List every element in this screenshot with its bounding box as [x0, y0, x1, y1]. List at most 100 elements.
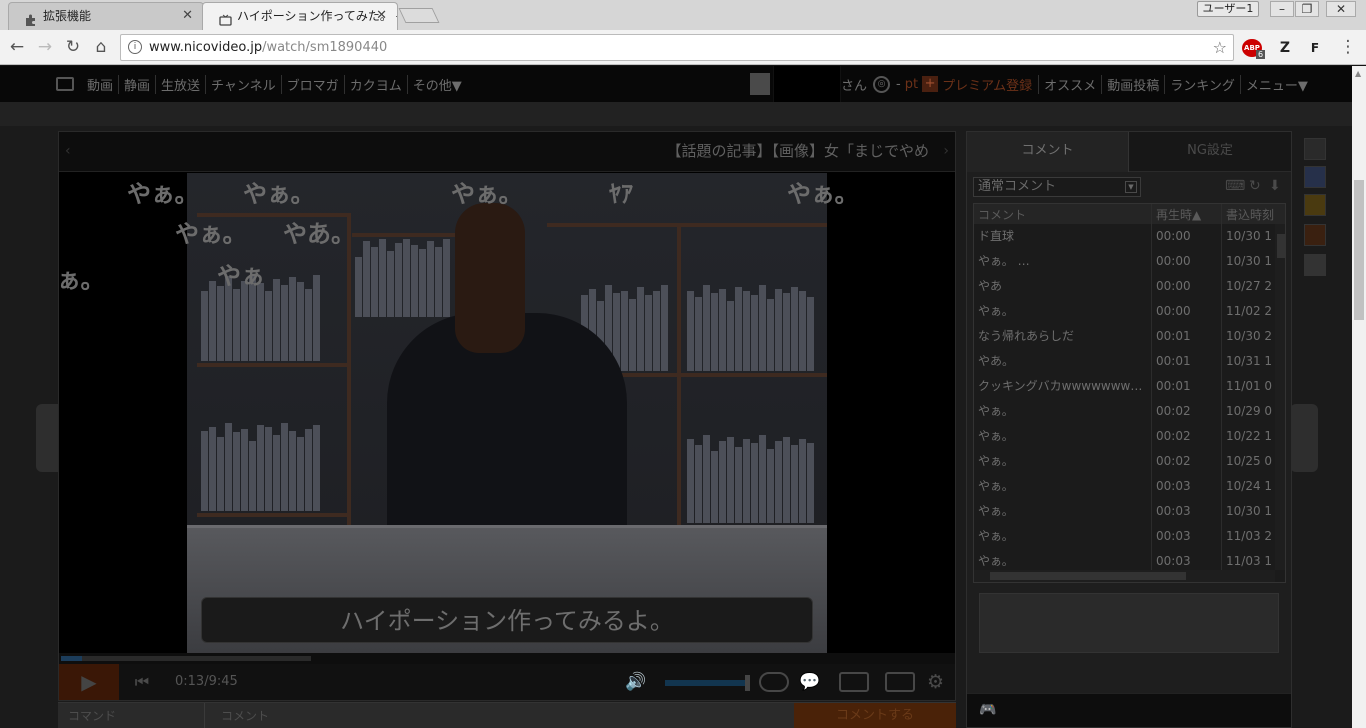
info-icon[interactable]: i — [128, 40, 142, 54]
screen-size-icon[interactable] — [839, 672, 869, 692]
comment-text: やぁ。 — [978, 454, 1014, 468]
loop-icon[interactable] — [759, 672, 789, 692]
comment-text: やぁ。 — [978, 404, 1014, 418]
comment-row[interactable]: やぁ。 00:02 10/29 0 — [974, 399, 1274, 424]
comment-row[interactable]: やぁ。 00:02 10/25 0 — [974, 449, 1274, 474]
minimize-icon[interactable]: – — [1270, 1, 1294, 17]
niconico-logo-icon[interactable] — [56, 77, 74, 91]
nav-seiga[interactable]: 静画 — [118, 74, 155, 94]
comment-date: 10/25 0 — [1226, 454, 1273, 468]
close-icon[interactable]: ✕ — [376, 3, 387, 29]
nav-video[interactable]: 動画 — [82, 75, 118, 94]
close-icon[interactable]: ✕ — [182, 3, 193, 29]
comment-row[interactable]: やぁ。 00:00 11/02 2 — [974, 299, 1274, 324]
close-window-icon[interactable]: ✕ — [1326, 1, 1356, 17]
comment-row[interactable]: クッキングバカwwwwwww… 00:01 11/01 0 — [974, 374, 1274, 399]
side-thumb[interactable] — [1304, 254, 1326, 276]
side-thumb[interactable] — [1304, 138, 1326, 160]
comment-row[interactable]: やぁ。 00:03 10/24 1 — [974, 474, 1274, 499]
home-icon[interactable]: ⌂ — [90, 36, 112, 58]
side-thumb[interactable] — [1304, 224, 1326, 246]
comment-row[interactable]: やぁ。 00:03 11/03 2 — [974, 524, 1274, 549]
nav-ranking[interactable]: ランキング — [1164, 74, 1240, 94]
comment-row[interactable]: やぁ。 00:03 10/30 1 — [974, 499, 1274, 524]
site-nav-right: さん ◎ - pt + プレミアム登録 オススメ 動画投稿 ランキング メニュー… — [750, 66, 1313, 103]
chevron-right-icon[interactable]: › — [943, 143, 949, 159]
f-extension-icon[interactable]: F — [1306, 39, 1324, 57]
bookmark-star-icon[interactable]: ☆ — [1213, 35, 1227, 60]
nav-upload[interactable]: 動画投稿 — [1101, 74, 1164, 94]
gamepad-icon[interactable]: 🎮 — [979, 702, 996, 718]
nav-channel[interactable]: チャンネル — [205, 74, 281, 94]
download-icon[interactable]: ⬇ — [1269, 178, 1281, 194]
nav-live[interactable]: 生放送 — [155, 74, 205, 94]
comment-text: やあ。 — [978, 354, 1015, 368]
back-icon[interactable]: ← — [6, 36, 28, 58]
comment-date: 10/24 1 — [1226, 479, 1273, 493]
forward-icon[interactable]: → — [34, 36, 56, 58]
user-san: さん — [841, 78, 868, 94]
seek-bar[interactable] — [59, 653, 955, 664]
address-bar[interactable]: i www.nicovideo.jp/watch/sm1890440 ☆ — [120, 34, 1234, 61]
restore-icon[interactable]: ❐ — [1295, 1, 1319, 17]
skip-back-icon[interactable]: ⏮ — [127, 664, 157, 700]
volume-slider[interactable] — [665, 680, 747, 686]
reload-icon[interactable]: ↻ — [62, 36, 84, 58]
refresh-icon[interactable]: ↻ — [1249, 178, 1261, 194]
danmaku-comment: ﾔｱ — [609, 180, 633, 208]
keyboard-icon[interactable]: ⌨ — [1225, 178, 1245, 194]
comment-row[interactable]: やぁ。 00:02 10/22 1 — [974, 424, 1274, 449]
nav-other[interactable]: その他▼ — [406, 74, 467, 94]
right-arrow-panel[interactable] — [1290, 404, 1318, 472]
nav-menu[interactable]: メニュー▼ — [1239, 74, 1313, 94]
z-extension-icon[interactable]: Z — [1276, 39, 1294, 57]
comment-time: 00:03 — [1156, 504, 1191, 518]
profile-button[interactable]: ユーザー1 — [1197, 1, 1259, 17]
new-tab-button[interactable] — [398, 8, 440, 23]
comment-type-select[interactable]: 通常コメント ▼ — [973, 177, 1141, 197]
nav-recommend[interactable]: オススメ — [1038, 74, 1101, 94]
nav-kakuyomu[interactable]: カクヨム — [343, 74, 407, 94]
nav-blomaga[interactable]: ブロマガ — [280, 74, 344, 94]
chevron-left-icon[interactable]: ‹ — [65, 143, 71, 159]
tab-video[interactable]: ハイポーション作ってみた。 - ✕ — [202, 2, 398, 30]
points-icon: ◎ — [873, 75, 891, 93]
marquee-text[interactable]: 【話題の記事】【画像】女「まじでやめ — [666, 140, 929, 161]
comment-date: 11/01 0 — [1226, 379, 1273, 393]
scroll-thumb[interactable] — [1354, 180, 1364, 320]
column-divider — [1151, 204, 1152, 582]
danmaku-comment: やぁ — [217, 262, 265, 290]
scroll-up-icon[interactable]: ▲ — [1355, 69, 1361, 78]
comment-row[interactable]: やぁ。 … 00:00 10/30 1 — [974, 249, 1274, 274]
comment-list-hscrollbar[interactable] — [974, 570, 1275, 582]
header-posted[interactable]: 書込時刻 — [1226, 206, 1274, 223]
side-thumb[interactable] — [1304, 166, 1326, 188]
tab-extensions[interactable]: 拡張機能 ✕ — [8, 2, 204, 30]
comment-list-scrollbar[interactable] — [1275, 224, 1285, 570]
gear-icon[interactable]: ⚙ — [927, 664, 944, 700]
play-button[interactable]: ▶ — [59, 664, 119, 700]
tab-comments[interactable]: コメント — [967, 132, 1129, 172]
comment-input[interactable]: コメント — [204, 703, 794, 728]
tab-ng-settings[interactable]: NG設定 — [1129, 132, 1291, 172]
command-input[interactable]: コマンド — [68, 707, 116, 724]
volume-icon[interactable]: 🔊 — [625, 664, 646, 700]
header-playtime[interactable]: 再生時▲ — [1156, 206, 1201, 223]
premium-link[interactable]: プレミアム登録 — [942, 75, 1032, 94]
scroll-thumb[interactable] — [1277, 234, 1285, 258]
submit-comment-button[interactable]: コメントする — [794, 703, 956, 728]
side-thumb[interactable] — [1304, 194, 1326, 216]
menu-icon[interactable]: ⋮ — [1337, 36, 1359, 58]
comment-row[interactable]: やあ 00:00 10/27 2 — [974, 274, 1274, 299]
header-comment[interactable]: コメント — [978, 206, 1026, 223]
comment-row[interactable]: なう帰れあらしだ 00:01 10/30 2 — [974, 324, 1274, 349]
volume-knob[interactable] — [745, 675, 750, 691]
fullscreen-icon[interactable] — [885, 672, 915, 692]
comment-toggle-icon[interactable]: 💬 — [799, 664, 820, 700]
comment-row[interactable]: ド直球 00:00 10/30 1 — [974, 224, 1274, 249]
comment-date: 10/30 1 — [1226, 504, 1273, 518]
comment-row[interactable]: やあ。 00:01 10/31 1 — [974, 349, 1274, 374]
page-scrollbar[interactable]: ▲ — [1352, 66, 1366, 728]
scroll-thumb[interactable] — [990, 572, 1186, 580]
avatar[interactable] — [750, 73, 770, 95]
